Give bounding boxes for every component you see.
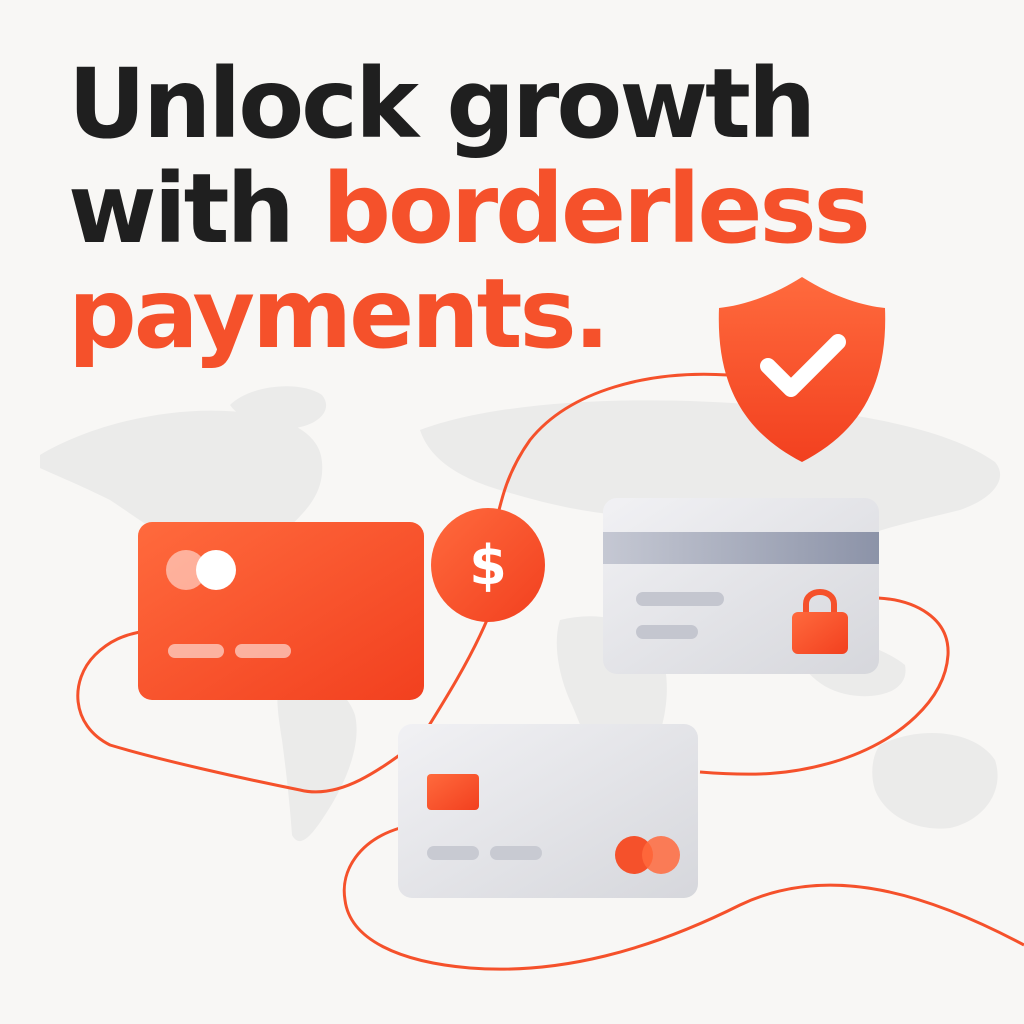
card-number-bar bbox=[168, 644, 224, 658]
card-number-bar bbox=[235, 644, 291, 658]
magnetic-stripe bbox=[603, 532, 879, 564]
ad-canvas: $ Unlock growth with borderless payments… bbox=[0, 0, 1024, 1024]
headline-prefix: with bbox=[68, 153, 323, 265]
map-south-america bbox=[277, 676, 357, 842]
svg-text:$: $ bbox=[469, 534, 507, 597]
orange-credit-card bbox=[138, 522, 424, 700]
card-text-bar bbox=[636, 592, 724, 606]
card-brand-circles-icon bbox=[615, 836, 680, 874]
card-chip-icon bbox=[427, 774, 479, 810]
grey-credit-card-locked bbox=[603, 498, 879, 674]
dollar-coin-icon: $ bbox=[431, 508, 545, 622]
headline-line-1: Unlock growth bbox=[68, 48, 816, 160]
headline-highlight: borderless bbox=[322, 153, 870, 265]
map-australia bbox=[872, 733, 998, 829]
headline-line-2: with borderless bbox=[68, 157, 968, 262]
grey-credit-card-chip bbox=[398, 724, 698, 898]
card-text-bar bbox=[427, 846, 479, 860]
headline: Unlock growth with borderless payments. bbox=[68, 52, 968, 367]
card-text-bar bbox=[636, 625, 698, 639]
headline-line-3: payments. bbox=[68, 258, 610, 370]
card-text-bar bbox=[490, 846, 542, 860]
